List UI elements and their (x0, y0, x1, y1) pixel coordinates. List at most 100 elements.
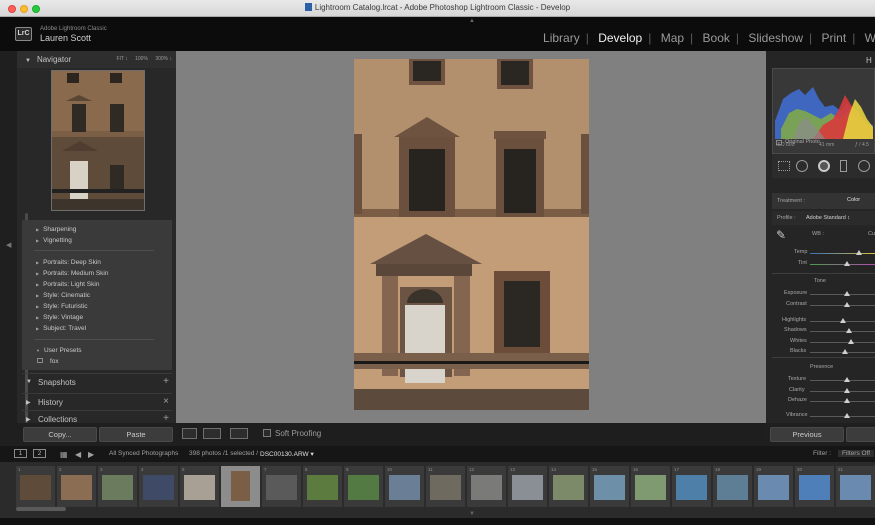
before-after-view-icon[interactable] (203, 428, 221, 439)
filmstrip-thumbnail[interactable]: 21 (836, 466, 875, 507)
loupe-view-icon[interactable] (182, 428, 197, 439)
exposure-slider[interactable] (810, 291, 875, 296)
clear-history-icon[interactable]: × (163, 396, 169, 407)
grid-view-icon[interactable]: ▦ (60, 450, 68, 459)
preset-item-fox[interactable]: fox (50, 358, 59, 365)
navigator-header[interactable]: ▼ Navigator FIT ↕ 100% 300% ↕ (17, 51, 176, 68)
original-photo-label: Original Photo (785, 139, 820, 145)
main-window-button[interactable]: 1 (14, 449, 27, 458)
preset-group-cinematic[interactable]: ▶ Style: Cinematic (36, 292, 90, 299)
dehaze-slider[interactable] (810, 398, 875, 403)
paste-settings-button[interactable]: Paste (99, 427, 173, 442)
zoom-fit[interactable]: FIT ↕ (116, 56, 127, 62)
filmstrip-thumbnail[interactable]: 14 (549, 466, 588, 507)
filmstrip-thumbnail[interactable]: 11 (426, 466, 465, 507)
whites-slider[interactable] (810, 339, 875, 344)
selected-filename[interactable]: DSC00130.ARW ▾ (260, 450, 314, 458)
filmstrip-thumbnail[interactable]: 16 (631, 466, 670, 507)
graduated-filter-icon[interactable] (840, 160, 847, 172)
highlights-slider[interactable] (810, 318, 875, 323)
tint-slider[interactable] (810, 261, 875, 266)
filmstrip-thumbnail[interactable]: 7 (262, 466, 301, 507)
module-library[interactable]: Library (543, 31, 580, 45)
reset-button[interactable] (846, 427, 875, 442)
image-canvas[interactable] (176, 51, 766, 423)
red-eye-icon[interactable] (818, 160, 830, 172)
crop-tool-icon[interactable] (778, 161, 790, 171)
module-develop[interactable]: Develop (598, 31, 642, 45)
vibrance-slider[interactable] (810, 413, 875, 418)
filmstrip-thumbnail[interactable]: 2 (57, 466, 96, 507)
module-print[interactable]: Print (822, 31, 847, 45)
thumbnail-image (512, 475, 543, 500)
preset-group-futuristic[interactable]: ▶ Style: Futuristic (36, 303, 88, 310)
clarity-slider[interactable] (810, 388, 875, 393)
collapse-top-panel-icon[interactable]: ▲ (469, 18, 475, 24)
filmstrip-thumbnail[interactable]: 18 (713, 466, 752, 507)
collapse-filmstrip-icon[interactable]: ▼ (469, 511, 475, 517)
filmstrip-thumbnail[interactable]: 5 (180, 466, 219, 507)
back-arrow-icon[interactable]: ◀ (75, 450, 81, 459)
preset-group-vintage[interactable]: ▶ Style: Vintage (36, 314, 83, 321)
filmstrip-thumbnail[interactable]: 10 (385, 466, 424, 507)
zoom-300[interactable]: 300% ↕ (155, 56, 172, 62)
temp-slider[interactable] (810, 250, 875, 255)
spot-removal-icon[interactable] (796, 160, 808, 172)
filmstrip-thumbnail[interactable]: 4 (139, 466, 178, 507)
filmstrip-thumbnail[interactable]: 12 (467, 466, 506, 507)
module-web[interactable]: W (865, 31, 875, 45)
forward-arrow-icon[interactable]: ▶ (88, 450, 94, 459)
secondary-window-button[interactable]: 2 (33, 449, 46, 458)
add-snapshot-icon[interactable]: + (163, 376, 169, 387)
preset-group-light-skin[interactable]: ▶ Portraits: Light Skin (36, 281, 99, 288)
preset-group-travel[interactable]: ▶ Subject: Travel (36, 325, 86, 332)
temp-slider-knob[interactable] (856, 250, 862, 255)
module-picker: Library | Develop | Map | Book | Slideshow | … (543, 31, 875, 45)
module-map[interactable]: Map (661, 31, 684, 45)
module-book[interactable]: Book (703, 31, 730, 45)
collapse-left-panel-icon[interactable]: ◀ (6, 241, 11, 249)
tint-slider-knob[interactable] (844, 261, 850, 266)
filter-dropdown[interactable]: Filters Off (838, 450, 875, 457)
tone-label: Tone (814, 278, 826, 284)
thumbnail-number: 20 (797, 467, 803, 472)
original-photo-checkbox[interactable] (776, 140, 782, 145)
contrast-slider[interactable] (810, 302, 875, 307)
history-section[interactable]: ▶ History × (22, 393, 172, 410)
filmstrip-thumbnail[interactable]: 1 (16, 466, 55, 507)
yy-view-icon[interactable] (230, 428, 248, 439)
treatment-color[interactable]: Color (847, 197, 860, 203)
preset-group-medium-skin[interactable]: ▶ Portraits: Medium Skin (36, 270, 108, 277)
soft-proofing-checkbox[interactable] (263, 429, 271, 437)
filmstrip-thumbnail[interactable]: 6 (221, 466, 260, 507)
left-panel-edge[interactable]: ◀ (0, 51, 17, 446)
filmstrip-scrollbar[interactable] (16, 507, 66, 511)
wb-dropdown[interactable]: Cu (868, 231, 875, 237)
wb-eyedropper-icon[interactable]: ✎ (776, 228, 786, 242)
filmstrip-thumbnail[interactable]: 17 (672, 466, 711, 507)
navigator-preview[interactable] (51, 70, 145, 211)
filmstrip-thumbnail[interactable]: 13 (508, 466, 547, 507)
blacks-slider[interactable] (810, 349, 875, 354)
snapshots-section[interactable]: ▼ Snapshots + (22, 373, 172, 390)
filmstrip-thumbnail[interactable]: 19 (754, 466, 793, 507)
preset-group-vignetting[interactable]: ▶ Vignetting (36, 237, 72, 244)
filmstrip-thumbnail[interactable]: 15 (590, 466, 629, 507)
preset-group-deep-skin[interactable]: ▶ Portraits: Deep Skin (36, 259, 101, 266)
filmstrip-thumbnail[interactable]: 3 (98, 466, 137, 507)
filmstrip-thumbnail[interactable]: 9 (344, 466, 383, 507)
filmstrip-thumbnail[interactable]: 8 (303, 466, 342, 507)
profile-dropdown[interactable]: Adobe Standard ↕ (806, 215, 850, 221)
preset-group-sharpening[interactable]: ▶ Sharpening (36, 226, 76, 233)
shadows-slider[interactable] (810, 328, 875, 333)
texture-slider[interactable] (810, 377, 875, 382)
previous-button[interactable]: Previous (770, 427, 844, 442)
module-slideshow[interactable]: Slideshow (748, 31, 803, 45)
user-name: Lauren Scott (40, 33, 92, 43)
zoom-100[interactable]: 100% (135, 56, 148, 62)
filmstrip-thumbnail[interactable]: 20 (795, 466, 834, 507)
copy-settings-button[interactable]: Copy... (23, 427, 97, 442)
preset-group-user-presets[interactable]: ▼ User Presets (36, 347, 82, 354)
filmstrip-source[interactable]: All Synced Photographs (109, 450, 178, 457)
radial-filter-icon[interactable] (858, 160, 870, 172)
